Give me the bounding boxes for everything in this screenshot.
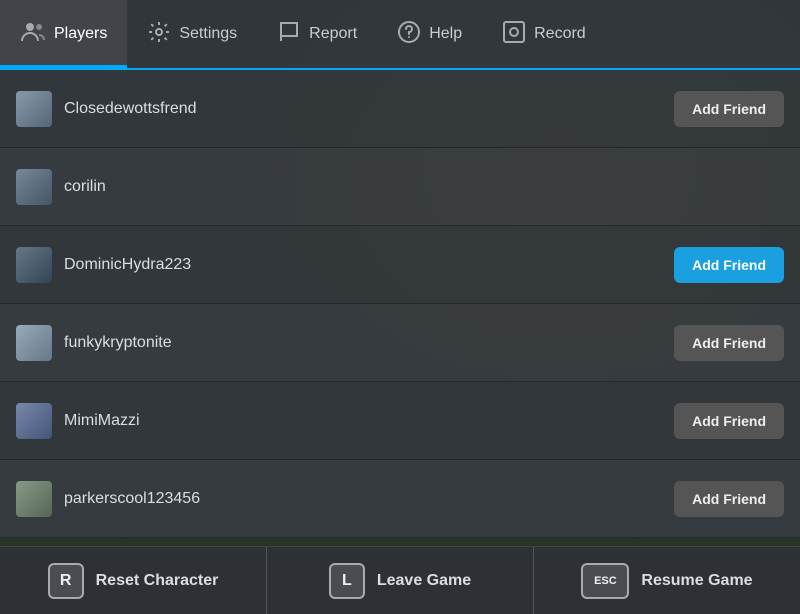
add-friend-button[interactable]: Add Friend: [674, 403, 784, 439]
leave-game-label: Leave Game: [377, 572, 471, 590]
navigation: Players Settings: [0, 0, 800, 70]
l-key-badge: L: [329, 563, 365, 599]
nav-record-label: Record: [534, 25, 586, 43]
nav-record[interactable]: Record: [482, 0, 606, 68]
player-name: DominicHydra223: [64, 256, 662, 274]
player-row: funkykryptonite Add Friend: [0, 304, 800, 382]
esc-key-badge: ESC: [581, 563, 629, 599]
avatar: [16, 169, 52, 205]
r-key-badge: R: [48, 563, 84, 599]
add-friend-button[interactable]: Add Friend: [674, 325, 784, 361]
nav-settings[interactable]: Settings: [127, 0, 257, 68]
bottom-toolbar: R Reset Character L Leave Game ESC Resum…: [0, 546, 800, 614]
add-friend-button[interactable]: Add Friend: [674, 481, 784, 517]
nav-report-label: Report: [309, 25, 357, 43]
settings-icon: [147, 20, 171, 48]
nav-players[interactable]: Players: [0, 0, 127, 68]
player-row: corilin: [0, 148, 800, 226]
nav-settings-label: Settings: [179, 25, 237, 43]
reset-character-label: Reset Character: [96, 572, 219, 590]
players-icon: [20, 19, 46, 49]
player-row: parkerscool123456 Add Friend: [0, 460, 800, 538]
avatar: [16, 91, 52, 127]
add-friend-button-highlighted[interactable]: Add Friend: [674, 247, 784, 283]
player-row: MimiMazzi Add Friend: [0, 382, 800, 460]
avatar: [16, 325, 52, 361]
help-icon: [397, 20, 421, 48]
report-icon: [277, 20, 301, 48]
nav-players-label: Players: [54, 25, 107, 43]
player-name: corilin: [64, 178, 784, 196]
nav-help[interactable]: Help: [377, 0, 482, 68]
resume-game-button[interactable]: ESC Resume Game: [534, 547, 800, 614]
player-name: MimiMazzi: [64, 412, 662, 430]
avatar: [16, 481, 52, 517]
player-name: funkykryptonite: [64, 334, 662, 352]
nav-report[interactable]: Report: [257, 0, 377, 68]
resume-game-label: Resume Game: [641, 572, 752, 590]
record-icon: [502, 20, 526, 48]
leave-game-button[interactable]: L Leave Game: [267, 547, 534, 614]
screen: Players Settings: [0, 0, 800, 614]
add-friend-button[interactable]: Add Friend: [674, 91, 784, 127]
player-name: Closedewottsfrend: [64, 100, 662, 118]
player-row: Closedewottsfrend Add Friend: [0, 70, 800, 148]
reset-character-button[interactable]: R Reset Character: [0, 547, 267, 614]
panel: Players Settings: [0, 0, 800, 614]
nav-help-label: Help: [429, 25, 462, 43]
avatar: [16, 247, 52, 283]
player-name: parkerscool123456: [64, 490, 662, 508]
players-list: Closedewottsfrend Add Friend corilin Dom…: [0, 70, 800, 546]
player-row: DominicHydra223 Add Friend: [0, 226, 800, 304]
avatar: [16, 403, 52, 439]
